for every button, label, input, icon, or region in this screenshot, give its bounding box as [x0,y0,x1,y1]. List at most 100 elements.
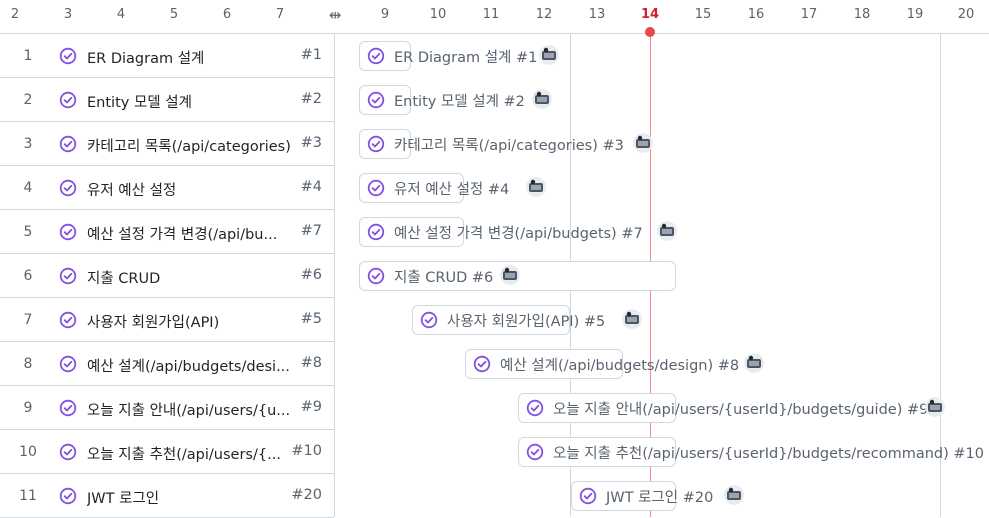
circle-check-icon [59,91,77,109]
day-label: 13 [588,7,606,22]
row-title[interactable]: 유저 예산 설정 [87,179,176,200]
row-title[interactable]: 예산 설계(/api/budgets/desi... [87,355,290,376]
circle-check-icon [367,267,385,285]
day-label: 6 [222,7,232,22]
row-number: 6 [23,268,33,284]
bar-label[interactable]: 오늘 지출 안내(/api/users/{userId}/budgets/gui… [553,398,928,419]
avatar[interactable] [539,45,559,65]
avatar[interactable] [657,221,677,241]
issue-number[interactable]: #1 [301,47,322,63]
row-title[interactable]: 지출 CRUD [87,267,160,288]
list-row[interactable]: 2 Entity 모델 설계 #2 [0,78,334,122]
row-number: 9 [23,400,33,416]
day-label: 7 [275,7,285,22]
circle-check-icon [59,443,77,461]
circle-check-icon [59,223,77,241]
circle-check-icon [59,135,77,153]
row-title[interactable]: ER Diagram 설계 [87,47,204,68]
bar-label[interactable]: 예산 설정 가격 변경(/api/budgets) #7 [394,222,643,243]
list-row[interactable]: 3 카테고리 목록(/api/categories) #3 [0,122,334,166]
avatar[interactable] [500,265,520,285]
row-number: 10 [19,444,37,460]
circle-check-icon [59,355,77,373]
list-row[interactable]: 8 예산 설계(/api/budgets/desi... #8 [0,342,334,386]
row-number: 8 [23,356,33,372]
circle-check-icon [526,399,544,417]
issue-number[interactable]: #10 [291,443,322,459]
bar-label[interactable]: ER Diagram 설계 #1 [394,46,537,67]
day-label: 3 [63,7,73,22]
circle-check-icon [526,443,544,461]
day-label: 20 [957,7,975,22]
circle-check-icon [59,399,77,417]
list-row[interactable]: 11 JWT 로그인 #20 [0,474,334,518]
issue-number[interactable]: #6 [301,267,322,283]
issue-number[interactable]: #7 [301,223,322,239]
circle-check-icon [367,91,385,109]
list-row[interactable]: 4 유저 예산 설정 #4 [0,166,334,210]
row-title[interactable]: JWT 로그인 [87,487,159,508]
avatar[interactable] [526,177,546,197]
row-number: 2 [23,92,33,108]
timeline-area: ER Diagram 설계 #1 Entity 모델 설계 #2 카테고리 목록(/… [335,34,989,517]
circle-check-icon [59,47,77,65]
issue-number[interactable]: #4 [301,179,322,195]
bar-label[interactable]: 오늘 지출 추천(/api/users/{userId}/budgets/rec… [553,442,984,463]
day-label: 2 [10,7,20,22]
circle-check-icon [59,311,77,329]
bar-label[interactable]: 지출 CRUD #6 [394,266,493,287]
row-title[interactable]: Entity 모델 설계 [87,91,192,112]
circle-check-icon [367,135,385,153]
avatar[interactable] [532,89,552,109]
issue-number[interactable]: #5 [301,311,322,327]
list-row[interactable]: 10 오늘 지출 추천(/api/users/{... #10 [0,430,334,474]
row-title[interactable]: 사용자 회원가입(API) [87,311,219,332]
issue-number[interactable]: #3 [301,135,322,151]
avatar[interactable] [744,353,764,373]
circle-check-icon [367,47,385,65]
avatar[interactable] [633,133,653,153]
row-number: 3 [23,136,33,152]
avatar[interactable] [622,309,642,329]
issue-number[interactable]: #20 [291,487,322,503]
list-row[interactable]: 1 ER Diagram 설계 #1 [0,34,334,78]
row-title[interactable]: 예산 설정 가격 변경(/api/bu... [87,223,277,244]
circle-check-icon [59,179,77,197]
list-row[interactable]: 6 지출 CRUD #6 [0,254,334,298]
day-label-today: 14 [640,7,660,22]
bar-label[interactable]: 사용자 회원가입(API) #5 [447,310,605,331]
circle-check-icon [367,223,385,241]
bar-label[interactable]: 카테고리 목록(/api/categories) #3 [394,134,624,155]
circle-check-icon [59,487,77,505]
row-number: 1 [23,48,33,64]
bar-label[interactable]: JWT 로그인 #20 [606,486,713,507]
timeline-header: 2 3 4 5 6 7 ⇹ 9 10 11 12 13 14 15 16 17 … [0,0,989,34]
row-title[interactable]: 오늘 지출 추천(/api/users/{... [87,443,281,464]
row-number: 11 [19,488,37,504]
item-list: 1 ER Diagram 설계 #1 2 Entity 모델 설계 #2 3 카테고리 목록(… [0,34,335,518]
day-label: 10 [429,7,447,22]
bar-label[interactable]: 예산 설계(/api/budgets/design) #8 [500,354,739,375]
resize-handle-icon[interactable]: ⇹ [326,6,344,24]
bar-label[interactable]: 유저 예산 설정 #4 [394,178,509,199]
row-title[interactable]: 카테고리 목록(/api/categories) [87,135,291,156]
issue-number[interactable]: #8 [301,355,322,371]
today-marker [645,27,655,37]
day-label: 16 [747,7,765,22]
day-label: 12 [535,7,553,22]
list-row[interactable]: 9 오늘 지출 안내(/api/users/{u... #9 [0,386,334,430]
row-title[interactable]: 오늘 지출 안내(/api/users/{u... [87,399,290,420]
row-number: 7 [23,312,33,328]
list-row[interactable]: 5 예산 설정 가격 변경(/api/bu... #7 [0,210,334,254]
bar-label[interactable]: Entity 모델 설계 #2 [394,90,525,111]
avatar[interactable] [724,485,744,505]
avatar[interactable] [925,397,945,417]
circle-check-icon [367,179,385,197]
list-row[interactable]: 7 사용자 회원가입(API) #5 [0,298,334,342]
day-label: 11 [482,7,500,22]
day-label: 9 [380,7,390,22]
circle-check-icon [59,267,77,285]
issue-number[interactable]: #2 [301,91,322,107]
day-label: 17 [800,7,818,22]
issue-number[interactable]: #9 [301,399,322,415]
